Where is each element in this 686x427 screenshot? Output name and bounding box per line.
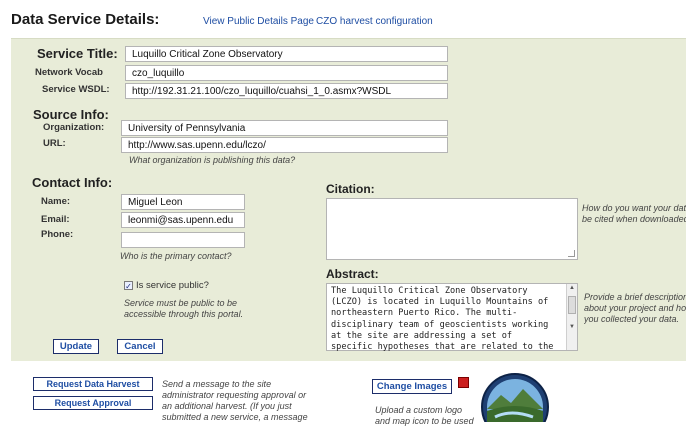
contact-name-label: Name:	[41, 196, 71, 207]
header-bar: Data Service Details: View Public Detail…	[0, 0, 686, 40]
map-icon-marker-icon	[458, 377, 469, 388]
citation-hint-line1: How do you want your data	[582, 203, 686, 213]
contact-phone-label: Phone:	[41, 229, 74, 240]
scroll-thumb[interactable]	[568, 296, 576, 314]
is-public-label: Is service public?	[136, 280, 209, 291]
resize-grip-icon[interactable]	[568, 250, 575, 257]
send-message-hint-line3: an additional harvest. (If you just	[162, 401, 292, 411]
url-input[interactable]: http://www.sas.upenn.edu/lczo/	[121, 137, 448, 153]
abstract-hint-line1: Provide a brief description	[584, 292, 686, 302]
change-images-button[interactable]: Change Images	[372, 379, 452, 394]
request-approval-button[interactable]: Request Approval	[33, 396, 153, 410]
request-data-harvest-button[interactable]: Request Data Harvest	[33, 377, 153, 391]
scroll-down-icon[interactable]: ▼	[567, 324, 577, 330]
contact-info-heading: Contact Info:	[32, 175, 113, 190]
upload-hint-line1: Upload a custom logo	[375, 405, 463, 415]
page-title: Data Service Details:	[11, 11, 160, 28]
abstract-scrollbar[interactable]: ▲ ▼	[566, 284, 577, 350]
contact-info-hint: Who is the primary contact?	[120, 251, 232, 261]
send-message-hint-line2: administrator requesting approval or	[162, 390, 307, 400]
update-button[interactable]: Update	[53, 339, 99, 354]
organization-input[interactable]: University of Pennsylvania	[121, 120, 448, 136]
send-message-hint-line4: submitted a new service, a message	[162, 412, 308, 422]
cancel-button[interactable]: Cancel	[117, 339, 163, 354]
czo-harvest-config-link[interactable]: CZO harvest configuration	[316, 16, 433, 27]
contact-name-input[interactable]: Miguel Leon	[121, 194, 245, 210]
public-hint-line2: accessible through this portal.	[124, 309, 244, 319]
network-vocab-label: Network Vocab	[35, 67, 103, 78]
is-public-checkbox[interactable]: ✓	[124, 281, 133, 291]
abstract-textarea[interactable]: The Luquillo Critical Zone Observatory (…	[326, 283, 578, 352]
public-hint-line1: Service must be public to be	[124, 298, 238, 308]
view-public-details-link[interactable]: View Public Details Page	[203, 16, 314, 27]
source-info-heading: Source Info:	[33, 107, 109, 122]
service-wsdl-input[interactable]: http://192.31.21.100/czo_luquillo/cuahsi…	[125, 83, 448, 99]
abstract-value: The Luquillo Critical Zone Observatory (…	[331, 286, 554, 352]
scroll-up-icon[interactable]: ▲	[567, 285, 577, 291]
service-title-label: Service Title:	[37, 46, 118, 61]
contact-email-input[interactable]: leonmi@sas.upenn.edu	[121, 212, 245, 228]
contact-email-label: Email:	[41, 214, 70, 225]
organization-label: Organization:	[43, 122, 105, 133]
url-label: URL:	[43, 138, 66, 149]
abstract-hint-line3: you collected your data.	[584, 314, 680, 324]
service-wsdl-label: Service WSDL:	[42, 84, 110, 95]
source-info-hint: What organization is publishing this dat…	[129, 155, 296, 165]
contact-phone-input[interactable]	[121, 232, 245, 248]
abstract-hint-line2: about your project and ho	[584, 303, 686, 313]
citation-hint-line2: be cited when downloaded	[582, 214, 686, 224]
send-message-hint-line1: Send a message to the site	[162, 379, 272, 389]
abstract-heading: Abstract:	[326, 267, 379, 281]
network-vocab-input[interactable]: czo_luquillo	[125, 65, 448, 81]
citation-heading: Citation:	[326, 182, 375, 196]
custom-logo-icon	[481, 373, 549, 422]
bottom-actions-area	[11, 366, 686, 422]
service-title-input[interactable]: Luquillo Critical Zone Observatory	[125, 46, 448, 62]
citation-textarea[interactable]	[326, 198, 578, 260]
